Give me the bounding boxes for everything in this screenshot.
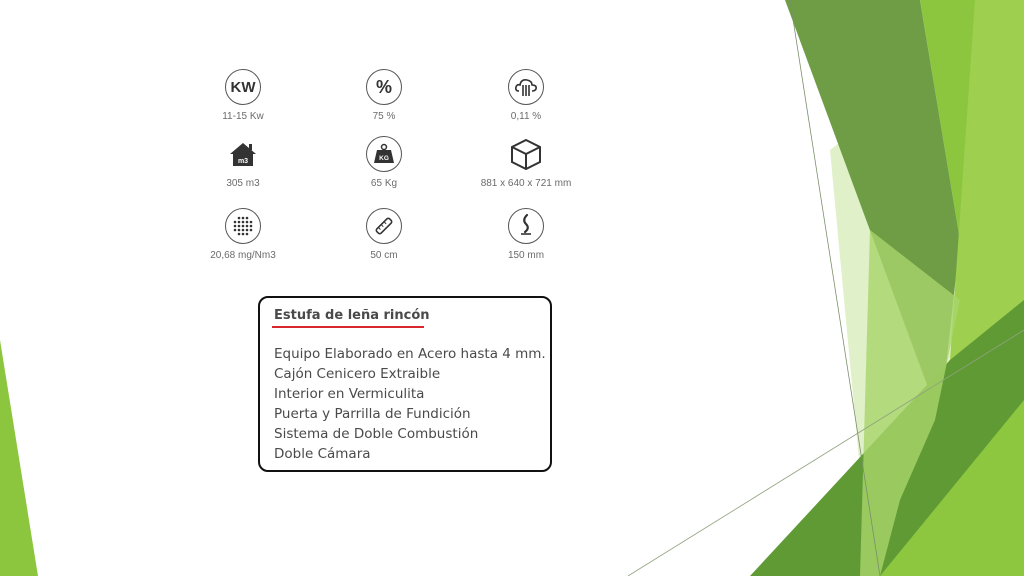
smoke-outlet-icon [508, 208, 544, 244]
feature-item: Sistema de Doble Combustión [274, 426, 479, 442]
feature-item: Interior en Vermiculita [274, 386, 425, 402]
spec-particles: 20,68 mg/Nm3 [173, 208, 313, 261]
spec-log-length: 50 cm [314, 208, 454, 261]
house-m3-icon: m3 [225, 136, 261, 172]
feature-item: Puerta y Parrilla de Fundición [274, 406, 471, 422]
box-dimensions-icon [508, 136, 544, 172]
spec-value: 881 x 640 x 721 mm [480, 178, 572, 189]
spec-efficiency: % 75 % [314, 69, 454, 122]
svg-text:m3: m3 [238, 158, 248, 165]
spec-co-emission: 0,11 % [456, 69, 596, 122]
spec-dimensions: 881 x 640 x 721 mm [456, 136, 596, 189]
feature-item: Equipo Elaborado en Acero hasta 4 mm. [274, 346, 546, 362]
spec-value: 50 cm [370, 250, 398, 261]
spec-heating-volume: m3 305 m3 [173, 136, 313, 189]
slide: KW 11-15 Kw % 75 % 0,11 % m3 305 m3 KG 6… [0, 0, 1024, 576]
feature-item: Doble Cámara [274, 446, 371, 462]
spec-power: KW 11-15 Kw [173, 69, 313, 122]
svg-text:KG: KG [379, 155, 389, 162]
log-length-icon [366, 208, 402, 244]
kw-icon: KW [225, 69, 261, 105]
emission-cloud-icon [508, 69, 544, 105]
percent-icon: % [366, 69, 402, 105]
particles-icon [225, 208, 261, 244]
spec-value: 20,68 mg/Nm3 [210, 250, 276, 261]
weight-kg-icon: KG [366, 136, 402, 172]
spec-value: 75 % [372, 111, 396, 122]
spec-smoke-outlet: 150 mm [456, 208, 596, 261]
spec-value: 305 m3 [226, 178, 260, 189]
title-underline [272, 326, 424, 328]
spec-value: 0,11 % [510, 111, 542, 122]
feature-item: Cajón Cenicero Extraible [274, 366, 441, 382]
feature-box: Estufa de leña rincón Equipo Elaborado e… [258, 296, 552, 472]
facet-left-edge [0, 340, 38, 576]
spec-value: 11-15 Kw [222, 111, 264, 122]
spec-value: 65 Kg [370, 178, 398, 189]
feature-title: Estufa de leña rincón [274, 308, 430, 323]
spec-weight: KG 65 Kg [314, 136, 454, 189]
spec-value: 150 mm [507, 250, 545, 261]
feature-list: Equipo Elaborado en Acero hasta 4 mm. Ca… [274, 344, 546, 464]
